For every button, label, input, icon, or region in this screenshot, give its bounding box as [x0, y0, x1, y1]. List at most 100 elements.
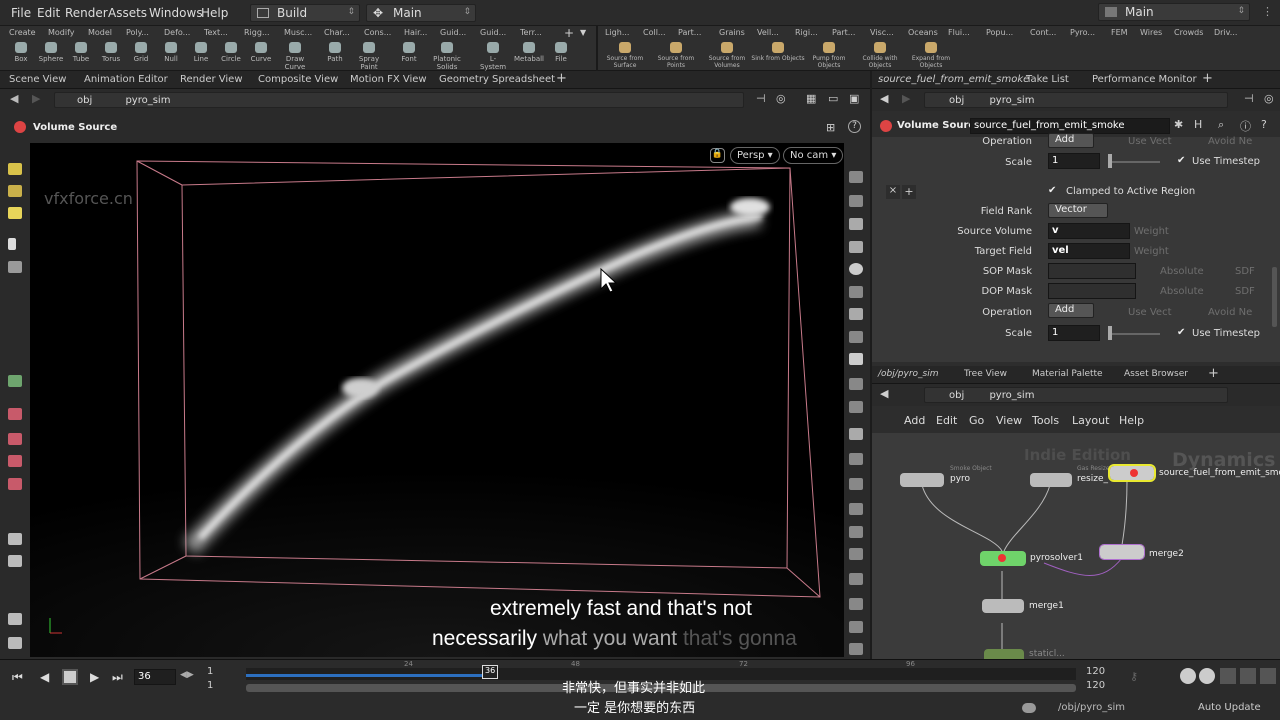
- render-icon[interactable]: [8, 555, 22, 567]
- shelf-right-tab[interactable]: Flui...: [948, 28, 970, 37]
- shelf-right-tool[interactable]: Collide with Objects: [853, 42, 907, 69]
- shelf-tool[interactable]: Torus: [96, 42, 126, 63]
- sphere-icon[interactable]: [849, 263, 863, 275]
- forward-icon[interactable]: ▶: [32, 92, 40, 105]
- shelf-tool[interactable]: Null: [156, 42, 186, 63]
- object-icon[interactable]: [849, 308, 863, 320]
- bbox-icon[interactable]: [849, 621, 863, 633]
- add-tab-icon[interactable]: +: [556, 71, 567, 86]
- shelf-tab[interactable]: Musc...: [284, 28, 312, 37]
- shelf-right-tab[interactable]: Grains: [719, 28, 745, 37]
- link-icon[interactable]: ◎: [1264, 92, 1274, 105]
- shelf-right-tab[interactable]: Wires: [1140, 28, 1162, 37]
- menu-edit[interactable]: Edit: [37, 6, 60, 20]
- shelf-tool[interactable]: Font: [394, 42, 424, 63]
- pin-icon[interactable]: ⊣: [756, 92, 766, 105]
- snap-point-icon[interactable]: [8, 455, 22, 467]
- clock-icon[interactable]: [1199, 668, 1215, 684]
- shelf-tool[interactable]: Draw Curve: [280, 42, 310, 71]
- scale-slider[interactable]: [1108, 161, 1160, 163]
- select-icon[interactable]: [8, 163, 22, 175]
- tab-animation-editor[interactable]: Animation Editor: [84, 74, 168, 85]
- shelf-right-tool[interactable]: Source from Surface: [598, 42, 652, 69]
- status-path[interactable]: /obj/pyro_sim: [1058, 702, 1125, 713]
- shelf-tab[interactable]: Guid...: [440, 28, 466, 37]
- add-tab-icon[interactable]: +: [1202, 71, 1213, 86]
- display-options-icon[interactable]: ⊞: [826, 121, 835, 134]
- network-context-select[interactable]: ✥ Main ⇕: [366, 4, 476, 22]
- shelf-tab[interactable]: Cons...: [364, 28, 391, 37]
- merge2-node[interactable]: [1099, 544, 1145, 560]
- lock-icon[interactable]: [8, 261, 22, 273]
- frame-field[interactable]: 36: [134, 669, 176, 685]
- dop-mask-field[interactable]: [1048, 283, 1136, 299]
- maximize-icon[interactable]: ▣: [849, 92, 859, 105]
- scale-slider-handle[interactable]: [1108, 154, 1112, 168]
- tab-performance-monitor[interactable]: Performance Monitor: [1092, 74, 1197, 85]
- snap-icon[interactable]: [8, 408, 22, 420]
- stop-icon[interactable]: [62, 669, 78, 685]
- network-menu-item[interactable]: Add: [904, 414, 925, 427]
- tab-geometry-spreadsheet[interactable]: Geometry Spreadsheet: [439, 74, 555, 85]
- shelf-tool[interactable]: File: [546, 42, 576, 63]
- start-frame-2[interactable]: 1: [207, 680, 213, 691]
- view-icon[interactable]: [8, 375, 22, 387]
- hda-icon[interactable]: H: [1194, 118, 1202, 131]
- use-timestep-checkbox-2[interactable]: ✔: [1177, 328, 1187, 338]
- options-icon[interactable]: ⋮: [1262, 5, 1273, 18]
- merge1-node[interactable]: [982, 599, 1024, 613]
- shelf-tab[interactable]: Modify: [48, 28, 75, 37]
- tab-asset-browser[interactable]: Asset Browser: [1124, 369, 1188, 379]
- dot-icon[interactable]: [849, 428, 863, 440]
- param-path-field[interactable]: obj pyro_sim: [924, 92, 1228, 108]
- forward-icon[interactable]: ▶: [902, 92, 910, 105]
- shelf-tool[interactable]: Platonic Solids: [432, 42, 462, 71]
- shelf-tab[interactable]: Guid...: [480, 28, 506, 37]
- shelf-right-tool[interactable]: Pump from Objects: [802, 42, 856, 69]
- snapshot-icon[interactable]: [849, 526, 863, 538]
- menu-render[interactable]: Render: [65, 6, 108, 20]
- hand-icon[interactable]: [849, 503, 863, 515]
- lock-view-icon[interactable]: [849, 218, 863, 230]
- shelf-tab[interactable]: Poly...: [126, 28, 149, 37]
- shelf-right-tool[interactable]: Source from Volumes: [700, 42, 754, 69]
- clamped-checkbox[interactable]: ✔: [1048, 186, 1058, 196]
- shade-icon[interactable]: [849, 195, 863, 207]
- tab-take-list[interactable]: Take List: [1026, 74, 1069, 85]
- path-field[interactable]: obj pyro_sim: [54, 92, 744, 108]
- next-node[interactable]: [984, 649, 1024, 659]
- tab-source-node[interactable]: source_fuel_from_emit_smoke: [878, 74, 1029, 85]
- auto-update-button[interactable]: Auto Update: [1198, 702, 1261, 713]
- grid-toggle-icon[interactable]: [849, 598, 863, 610]
- shelf-right-tab[interactable]: Pyro...: [1070, 28, 1095, 37]
- light-icon[interactable]: [8, 613, 22, 625]
- add-tab-icon[interactable]: +: [1208, 366, 1219, 381]
- info-icon[interactable]: ⓘ: [1240, 118, 1251, 134]
- network-menu-item[interactable]: Go: [969, 414, 984, 427]
- tab-scene-view[interactable]: Scene View: [9, 74, 66, 85]
- search-icon[interactable]: ⌕: [1218, 118, 1224, 132]
- shelf-tool[interactable]: Path: [320, 42, 350, 63]
- pyrosolver-node[interactable]: [980, 551, 1026, 566]
- tab-network-path[interactable]: /obj/pyro_sim: [878, 369, 939, 379]
- light-bulb-icon[interactable]: [849, 286, 863, 298]
- shelf-tool[interactable]: Box: [6, 42, 36, 63]
- tab-render-view[interactable]: Render View: [180, 74, 243, 85]
- shelf-menu-icon[interactable]: ▼: [580, 28, 586, 37]
- network-path-field[interactable]: obj pyro_sim: [924, 387, 1228, 403]
- magnet-icon[interactable]: [8, 478, 22, 490]
- shelf-tab[interactable]: Text...: [204, 28, 228, 37]
- points-icon[interactable]: [849, 378, 863, 390]
- tab-motion-fx-view[interactable]: Motion FX View: [350, 74, 427, 85]
- pin-icon[interactable]: ⊣: [1244, 92, 1254, 105]
- shelf-right-tab[interactable]: Driv...: [1214, 28, 1237, 37]
- audio-icon[interactable]: [1240, 668, 1256, 684]
- pyro-node[interactable]: [900, 473, 944, 487]
- transform-icon[interactable]: [8, 185, 22, 197]
- step-back-icon[interactable]: ◀: [40, 670, 49, 684]
- shelf-right-tab[interactable]: Popu...: [986, 28, 1013, 37]
- shelf-tool[interactable]: Grid: [126, 42, 156, 63]
- end-frame-2[interactable]: 120: [1086, 680, 1105, 691]
- target-field-field[interactable]: vel: [1048, 243, 1130, 259]
- shelf-tool[interactable]: Circle: [216, 42, 246, 63]
